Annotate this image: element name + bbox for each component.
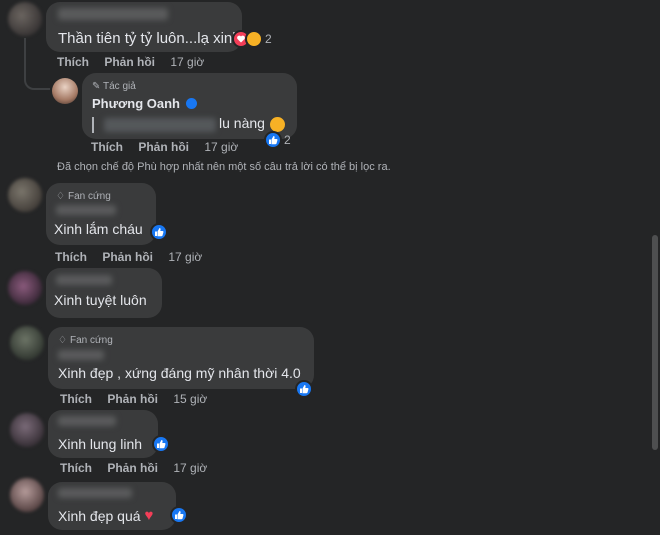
author-avatar[interactable]	[52, 78, 78, 104]
reply-link[interactable]: Phản hồi	[138, 140, 189, 154]
like-link[interactable]: Thích	[60, 461, 92, 475]
timestamp[interactable]: 17 giờ	[170, 55, 204, 69]
reply-text: lu nàng	[219, 115, 265, 131]
comment-bubble: Xinh đẹp quá ♥	[48, 482, 176, 530]
avatar[interactable]	[10, 413, 44, 447]
like-reaction-icon[interactable]	[150, 223, 168, 241]
avatar[interactable]	[8, 2, 42, 36]
kiss-emoji-icon	[270, 117, 285, 132]
blurred-mention	[104, 118, 216, 132]
heart-icon: ♥	[144, 507, 154, 524]
fan-badge: ♢ Fan cứng	[58, 335, 113, 346]
author-name[interactable]: Phương Oanh	[92, 96, 197, 111]
comment-bubble: ♢ Fan cứng Xinh lắm cháu	[46, 183, 156, 245]
comment-text-row: Xinh đẹp quá ♥	[58, 507, 153, 524]
pencil-icon: ✎	[92, 81, 101, 92]
comment-bubble: Thần tiên tỷ tỷ luôn...lạ xinh	[46, 2, 242, 52]
blurred-author-name	[58, 8, 168, 20]
comment-text: Xinh lắm cháu	[54, 221, 143, 237]
blurred-author-name	[56, 205, 116, 215]
reply-bubble: ✎ Tác giả Phương Oanh lu nàng	[82, 73, 297, 139]
comment-bubble: ♢ Fan cứng Xinh đẹp , xứng đáng mỹ nhân t…	[48, 327, 314, 389]
comment-actions: Thích Phản hồi 17 giờ	[55, 250, 214, 264]
blurred-author-name	[58, 488, 132, 498]
comment-text: Xinh lung linh	[58, 436, 143, 452]
author-badge: ✎ Tác giả	[92, 81, 136, 92]
reaction-count: 2	[284, 133, 291, 147]
like-reaction-icon[interactable]	[170, 506, 188, 524]
timestamp[interactable]: 17 giờ	[173, 461, 207, 475]
timestamp[interactable]: 15 giờ	[173, 392, 207, 406]
reply-link[interactable]: Phản hồi	[107, 461, 158, 475]
filter-notice: Đã chọn chế độ Phù hợp nhất nên một số c…	[57, 161, 391, 173]
reply-link[interactable]: Phản hồi	[107, 392, 158, 406]
blurred-author-name	[58, 350, 104, 360]
reactions[interactable]: 2	[232, 30, 272, 48]
reaction-count: 2	[265, 32, 272, 46]
blurred-author-name	[56, 275, 112, 285]
comment-text: Xinh đẹp quá	[58, 507, 141, 524]
like-link[interactable]: Thích	[55, 250, 87, 264]
diamond-icon: ♢	[56, 191, 65, 202]
avatar[interactable]	[8, 271, 42, 305]
comment-actions: Thích Phản hồi 15 giờ	[60, 392, 219, 406]
avatar[interactable]	[10, 326, 44, 360]
comment-text: Thần tiên tỷ tỷ luôn...lạ xinh	[58, 30, 241, 47]
scrollbar-thumb[interactable]	[652, 235, 658, 450]
care-reaction-icon	[245, 30, 263, 48]
like-reaction-icon[interactable]	[295, 380, 313, 398]
comment-bubble: Xinh tuyệt luôn	[46, 268, 162, 318]
reply-link[interactable]: Phản hồi	[104, 55, 155, 69]
like-link[interactable]: Thích	[57, 55, 89, 69]
reply-link[interactable]: Phản hồi	[102, 250, 153, 264]
comment-actions: Thích Phản hồi 17 giờ	[57, 55, 216, 69]
avatar[interactable]	[10, 478, 44, 512]
blurred-author-name	[58, 416, 116, 426]
comment-bubble: Xinh lung linh	[48, 410, 158, 458]
comment-actions: Thích Phản hồi 17 giờ	[60, 461, 219, 475]
timestamp[interactable]: 17 giờ	[204, 140, 238, 154]
comment-text: Xinh tuyệt luôn	[54, 292, 147, 308]
mention-bar	[92, 117, 94, 133]
like-link[interactable]: Thích	[60, 392, 92, 406]
fan-badge: ♢ Fan cứng	[56, 191, 111, 202]
reply-reactions[interactable]: 2	[264, 131, 291, 149]
verified-badge-icon	[185, 98, 197, 110]
like-reaction-icon	[264, 131, 282, 149]
like-link[interactable]: Thích	[91, 140, 123, 154]
diamond-icon: ♢	[58, 335, 67, 346]
timestamp[interactable]: 17 giờ	[168, 250, 202, 264]
thread-connector	[24, 38, 50, 90]
reply-actions: Thích Phản hồi 17 giờ	[91, 140, 250, 154]
like-reaction-icon[interactable]	[152, 435, 170, 453]
avatar[interactable]	[8, 178, 42, 212]
comment-text: Xinh đẹp , xứng đáng mỹ nhân thời 4.0	[58, 365, 301, 381]
